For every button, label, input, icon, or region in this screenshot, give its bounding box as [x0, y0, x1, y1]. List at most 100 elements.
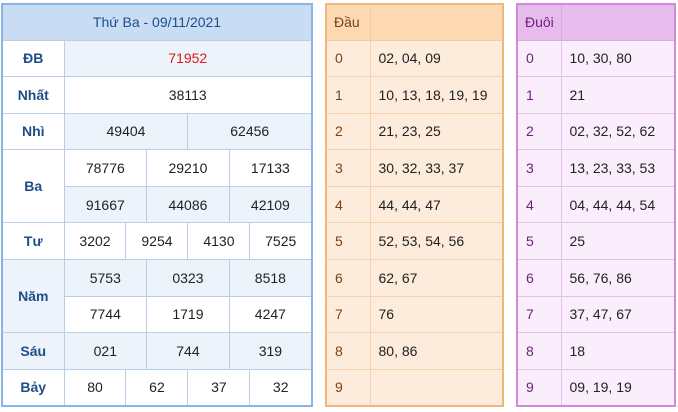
prize-row-sau: Sáu 021 744 319 [1, 332, 313, 370]
digit-key: 0 [325, 39, 371, 78]
prize-number: 80 [63, 368, 127, 407]
prize-label: Tư [1, 222, 65, 261]
digit-key: 7 [516, 295, 562, 334]
head-digit-header-blank [369, 3, 504, 41]
prize-row-bay: Bảy 80 62 37 32 [1, 368, 313, 407]
head-digit-row: 5 52, 53, 54, 56 [325, 222, 504, 261]
tail-digit-row: 1 21 [516, 76, 676, 114]
tail-digit-row: 2 02, 32, 52, 62 [516, 112, 676, 151]
digit-key: 5 [325, 222, 371, 261]
digit-values: 21, 23, 25 [369, 112, 504, 151]
prize-row-nhat: Nhất 38113 [1, 76, 313, 114]
digit-values: 44, 44, 47 [369, 185, 504, 224]
prize-number: 49404 [63, 112, 189, 151]
digit-values: 10, 13, 18, 19, 19 [369, 76, 504, 114]
digit-values: 37, 47, 67 [560, 295, 676, 334]
prize-number: 8518 [228, 259, 313, 297]
head-digit-table: Đầu 0 02, 04, 09 1 10, 13, 18, 19, 19 2 21,… [325, 3, 504, 407]
tail-digit-row: 0 10, 30, 80 [516, 39, 676, 78]
head-digit-row: 4 44, 44, 47 [325, 185, 504, 224]
digit-key: 3 [516, 149, 562, 187]
results-table: Thứ Ba - 09/11/2021 ĐB 71952 Nhất 38113 … [1, 3, 313, 407]
prize-number: 62456 [187, 112, 313, 151]
prize-number: 3202 [63, 222, 127, 261]
prize-number: 7525 [249, 222, 313, 261]
digit-key: 0 [516, 39, 562, 78]
digit-key: 4 [325, 185, 371, 224]
prize-number: 78776 [63, 149, 148, 187]
prize-label: Năm [1, 259, 65, 334]
digit-key: 2 [516, 112, 562, 151]
prize-number: 9254 [125, 222, 189, 261]
digit-key: 7 [325, 295, 371, 334]
prize-label: Nhì [1, 112, 65, 151]
prize-number: 29210 [146, 149, 230, 187]
head-digit-row: 6 62, 67 [325, 259, 504, 297]
prize-number: 4130 [187, 222, 251, 261]
digit-values: 62, 67 [369, 259, 504, 297]
digit-values [369, 368, 504, 407]
special-prize-number: 71952 [63, 39, 313, 78]
digit-values: 52, 53, 54, 56 [369, 222, 504, 261]
prize-number: 42109 [228, 185, 313, 224]
prize-label: ĐB [1, 39, 65, 78]
prize-row-ba-1: Ba 78776 29210 17133 [1, 149, 313, 224]
head-digit-header: Đầu [325, 3, 371, 41]
digit-values: 30, 32, 33, 37 [369, 149, 504, 187]
tail-digit-table: Đuôi 0 10, 30, 80 1 21 2 02, 32, 52, 62 3 13… [516, 3, 676, 407]
tail-digit-header-row: Đuôi [516, 3, 676, 41]
prize-number: 44086 [146, 185, 230, 224]
prize-row-nhi: Nhì 49404 62456 [1, 112, 313, 151]
tail-digit-header: Đuôi [516, 3, 562, 41]
digit-values: 10, 30, 80 [560, 39, 676, 78]
prize-number: 91667 [63, 185, 148, 224]
prize-label: Bảy [1, 368, 65, 407]
digit-values: 02, 04, 09 [369, 39, 504, 78]
digit-key: 1 [516, 76, 562, 114]
head-digit-row: 1 10, 13, 18, 19, 19 [325, 76, 504, 114]
digit-values: 25 [560, 222, 676, 261]
tail-digit-row: 3 13, 23, 33, 53 [516, 149, 676, 187]
head-digit-row: 9 [325, 368, 504, 407]
results-date-header: Thứ Ba - 09/11/2021 [1, 3, 313, 41]
digit-key: 5 [516, 222, 562, 261]
tail-digit-row: 6 56, 76, 86 [516, 259, 676, 297]
tail-digit-row: 5 25 [516, 222, 676, 261]
prize-number: 319 [228, 332, 313, 370]
digit-key: 9 [325, 368, 371, 407]
prize-row-nam-1: Năm 5753 0323 8518 [1, 259, 313, 334]
digit-values: 13, 23, 33, 53 [560, 149, 676, 187]
prize-number: 0323 [146, 259, 230, 297]
digit-values: 18 [560, 332, 676, 370]
digit-values: 02, 32, 52, 62 [560, 112, 676, 151]
tail-digit-row: 7 37, 47, 67 [516, 295, 676, 334]
prize-label: Nhất [1, 76, 65, 114]
prize-number: 17133 [228, 149, 313, 187]
tail-digit-header-blank [560, 3, 676, 41]
prize-number: 4247 [228, 295, 313, 334]
tail-digit-row: 9 09, 19, 19 [516, 368, 676, 407]
prize-number: 38113 [63, 76, 313, 114]
prize-number: 5753 [63, 259, 148, 297]
head-digit-header-row: Đầu [325, 3, 504, 41]
prize-number: 1719 [146, 295, 230, 334]
head-digit-row: 0 02, 04, 09 [325, 39, 504, 78]
digit-key: 8 [325, 332, 371, 370]
digit-values: 21 [560, 76, 676, 114]
prize-number: 744 [146, 332, 230, 370]
prize-row-db: ĐB 71952 [1, 39, 313, 78]
head-digit-row: 3 30, 32, 33, 37 [325, 149, 504, 187]
prize-label: Sáu [1, 332, 65, 370]
digit-key: 4 [516, 185, 562, 224]
digit-key: 8 [516, 332, 562, 370]
digit-key: 3 [325, 149, 371, 187]
prize-number: 62 [125, 368, 189, 407]
digit-key: 6 [325, 259, 371, 297]
tail-digit-row: 8 18 [516, 332, 676, 370]
head-digit-row: 2 21, 23, 25 [325, 112, 504, 151]
digit-key: 6 [516, 259, 562, 297]
digit-values: 04, 44, 44, 54 [560, 185, 676, 224]
head-digit-row: 7 76 [325, 295, 504, 334]
digit-values: 80, 86 [369, 332, 504, 370]
digit-key: 9 [516, 368, 562, 407]
